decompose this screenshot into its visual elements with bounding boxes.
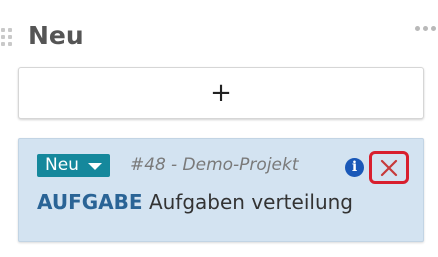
column-title: Neu <box>28 21 84 50</box>
card-type: AUFGABE <box>37 190 143 214</box>
status-dropdown[interactable]: Neu <box>37 154 110 177</box>
card-title: Aufgaben verteilung <box>148 190 353 214</box>
drag-handle-icon[interactable] <box>0 28 13 50</box>
kanban-column: Neu + Neu #48 - Demo-Projekt i AUFGABE A… <box>0 0 438 257</box>
info-icon[interactable]: i <box>345 158 364 177</box>
status-label: Neu <box>45 155 79 175</box>
card-title-row[interactable]: AUFGABE Aufgaben verteilung <box>37 189 353 215</box>
work-item-card[interactable]: Neu #48 - Demo-Projekt i AUFGABE Aufgabe… <box>18 138 424 242</box>
add-card-button[interactable]: + <box>18 67 424 119</box>
more-options-icon[interactable] <box>415 26 436 31</box>
close-icon <box>380 159 398 176</box>
plus-icon: + <box>210 78 232 108</box>
caret-down-icon <box>87 163 102 170</box>
card-id[interactable]: #48 <box>130 154 166 177</box>
remove-card-button[interactable] <box>369 151 409 184</box>
card-project: - Demo-Projekt <box>171 155 299 175</box>
